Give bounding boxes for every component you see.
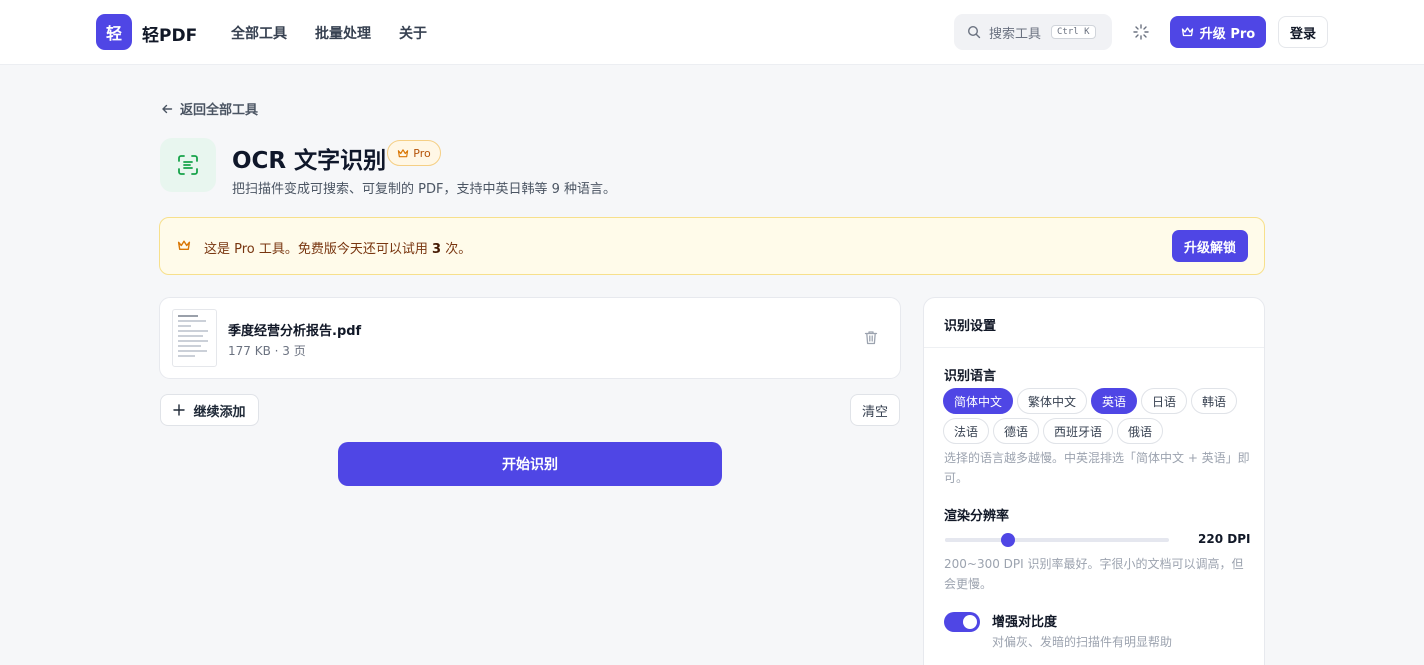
pro-badge-label: Pro (413, 146, 431, 160)
app-logo[interactable]: 轻 (96, 14, 132, 50)
main-nav: 全部工具 批量处理 关于 (231, 23, 427, 43)
language-label: 识别语言 (944, 369, 997, 384)
nav-batch[interactable]: 批量处理 (315, 23, 371, 43)
dpi-slider-fill (945, 538, 1008, 542)
upgrade-pro-label: 升级 Pro (1199, 26, 1256, 42)
banner-text: 这是 Pro 工具。免费版今天还可以试用 3 次。 (204, 238, 471, 257)
back-link-label: 返回全部工具 (180, 103, 259, 118)
top-header: 轻 轻PDF 全部工具 批量处理 关于 搜索工具 Ctrl K 升级 Pro 登… (0, 0, 1424, 65)
scan-text-icon (178, 155, 198, 175)
search-placeholder: 搜索工具 (989, 26, 1042, 42)
plus-icon (173, 404, 186, 416)
file-meta: 177 KB · 3 页 (228, 344, 306, 358)
language-chip[interactable]: 简体中文 (943, 388, 1013, 414)
contrast-toggle[interactable] (944, 612, 980, 632)
language-chip[interactable]: 日语 (1141, 388, 1187, 414)
resolution-hint: 200~300 DPI 识别率最好。字很小的文档可以调高，但会更慢。 (944, 557, 1244, 591)
theme-toggle-icon[interactable] (1132, 23, 1150, 41)
language-chip[interactable]: 韩语 (1191, 388, 1237, 414)
unlock-button[interactable]: 升级解锁 (1172, 230, 1248, 262)
pdf-thumbnail (172, 309, 217, 367)
banner-text-after: 次。 (441, 242, 472, 257)
start-ocr-button[interactable]: 开始识别 (338, 442, 722, 486)
language-chip[interactable]: 西班牙语 (1043, 418, 1113, 444)
crown-icon (1181, 27, 1193, 37)
search-icon (967, 25, 981, 39)
crown-icon (398, 148, 409, 157)
pro-trial-banner: 这是 Pro 工具。免费版今天还可以试用 3 次。 升级解锁 (159, 217, 1265, 275)
trial-count: 3 (432, 242, 442, 257)
upgrade-pro-button[interactable]: 升级 Pro (1170, 16, 1266, 48)
login-button[interactable]: 登录 (1278, 16, 1328, 48)
clear-button[interactable]: 清空 (850, 394, 900, 426)
search-shortcut: Ctrl K (1051, 25, 1096, 39)
arrow-left-icon (162, 104, 173, 113)
brand-name[interactable]: 轻PDF (142, 21, 197, 46)
search-box[interactable]: 搜索工具 Ctrl K (954, 14, 1112, 50)
add-more-button[interactable]: 继续添加 (160, 394, 259, 426)
contrast-hint: 对偏灰、发暗的扫描件有明显帮助 (992, 635, 1173, 649)
dpi-value: 220 DPI (1198, 532, 1251, 546)
pro-badge: Pro (387, 140, 441, 166)
dpi-slider-handle[interactable] (1000, 533, 1015, 547)
ocr-tool-icon (160, 138, 216, 192)
page-title: OCR 文字识别 (232, 148, 387, 174)
language-chip[interactable]: 法语 (943, 418, 989, 444)
file-list-item: 季度经营分析报告.pdf 177 KB · 3 页 (159, 297, 901, 379)
banner-text-before: 这是 Pro 工具。免费版今天还可以试用 (204, 242, 433, 257)
contrast-label: 增强对比度 (992, 615, 1058, 630)
language-chip[interactable]: 英语 (1091, 388, 1137, 414)
settings-header: 识别设置 (924, 298, 1264, 348)
page-description: 把扫描件变成可搜索、可复制的 PDF，支持中英日韩等 9 种语言。 (232, 182, 616, 197)
toggle-knob (963, 615, 977, 629)
language-chip[interactable]: 俄语 (1117, 418, 1163, 444)
resolution-label: 渲染分辨率 (944, 509, 1010, 524)
settings-panel: 识别设置 识别语言 简体中文 繁体中文 英语 日语 韩语法语 德语 西班牙语 俄语 选择的语言… (923, 297, 1265, 665)
nav-all-tools[interactable]: 全部工具 (231, 23, 287, 43)
add-more-label: 继续添加 (193, 404, 246, 420)
crown-icon (177, 240, 191, 250)
nav-about[interactable]: 关于 (399, 23, 427, 43)
language-chip[interactable]: 繁体中文 (1017, 388, 1087, 414)
language-hint: 选择的语言越多越慢。中英混排选「简体中文 + 英语」即可。 (944, 451, 1250, 485)
dpi-slider[interactable] (945, 533, 1169, 547)
trash-icon[interactable] (864, 330, 878, 345)
back-link[interactable]: 返回全部工具 (161, 99, 258, 118)
file-name: 季度经营分析报告.pdf (228, 324, 362, 339)
language-chip[interactable]: 德语 (993, 418, 1039, 444)
settings-title: 识别设置 (944, 319, 997, 334)
